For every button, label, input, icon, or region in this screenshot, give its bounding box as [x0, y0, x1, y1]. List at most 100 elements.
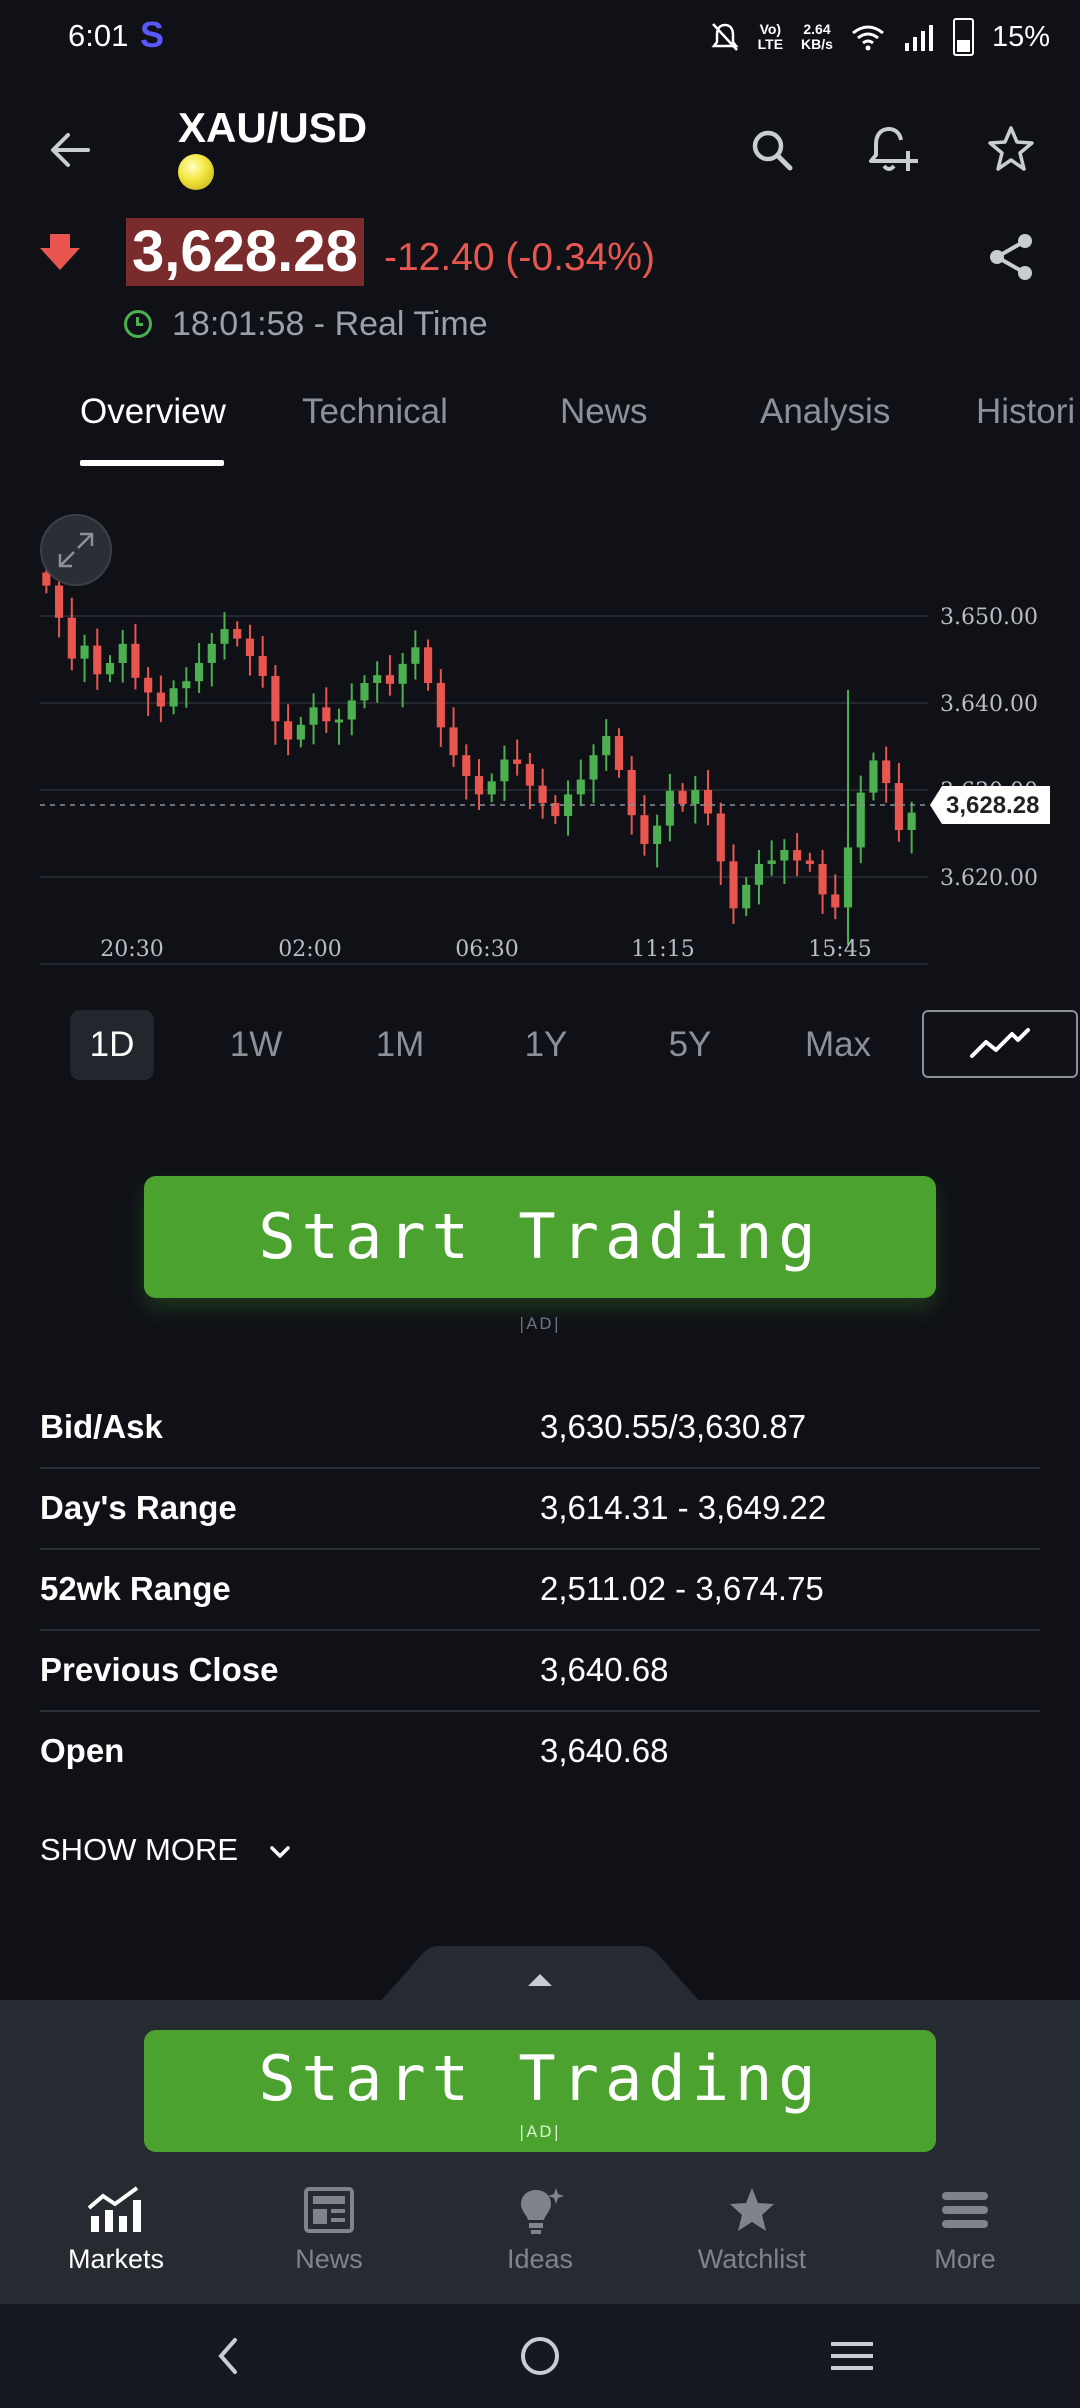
- news-icon: [304, 2187, 354, 2233]
- candle-body: [576, 779, 585, 795]
- nav-news[interactable]: News: [244, 2186, 414, 2275]
- period-1m[interactable]: 1M: [358, 1010, 442, 1080]
- ad-label-bottom: |AD|: [518, 2122, 562, 2141]
- nav-ideas[interactable]: Ideas: [455, 2186, 625, 2275]
- chevron-left-icon: [218, 2338, 237, 2374]
- show-more-label: SHOW MORE: [40, 1832, 239, 1867]
- period-5y[interactable]: 5Y: [648, 1010, 732, 1080]
- status-time: 6:01: [68, 18, 129, 53]
- candle-body: [754, 863, 764, 885]
- share-button[interactable]: [976, 222, 1046, 292]
- current-price-tag-text: 3,628.28: [946, 792, 1039, 819]
- tab-technical[interactable]: Technical: [302, 392, 448, 432]
- stat-label-days-range: Day's Range: [40, 1489, 237, 1526]
- nav-more[interactable]: More: [880, 2186, 1050, 2275]
- tab-overview[interactable]: Overview: [80, 392, 226, 432]
- candle-body: [538, 785, 547, 804]
- candle-body: [474, 776, 484, 795]
- net-speed-indicator: 2.64 KB/s: [801, 21, 833, 52]
- period-1w[interactable]: 1W: [214, 1010, 298, 1080]
- app-notification-icon: S: [140, 14, 165, 55]
- current-price-label: 3,628.28: [930, 785, 1050, 824]
- volte-indicator: Vo) LTE: [757, 21, 784, 52]
- expand-chart-button[interactable]: [40, 514, 112, 586]
- system-back-button[interactable]: [196, 2326, 260, 2386]
- tab-historical[interactable]: Histori: [976, 392, 1075, 432]
- nav-watchlist[interactable]: Watchlist: [667, 2186, 837, 2275]
- candle-body: [220, 629, 229, 644]
- battery-level: 15%: [991, 20, 1050, 53]
- price-change: -12.40 (-0.34%): [384, 236, 655, 279]
- candle-body: [93, 645, 102, 675]
- bell-plus-icon: [869, 127, 918, 171]
- mute-icon: [711, 23, 739, 51]
- candle-body: [678, 790, 687, 804]
- candle-body: [194, 662, 204, 682]
- candle-body: [894, 783, 903, 831]
- system-home-button[interactable]: [506, 2324, 574, 2388]
- signal-icon: [904, 25, 933, 51]
- candle-body: [169, 688, 178, 707]
- line-chart-icon: [970, 1028, 1030, 1058]
- candle-body: [614, 736, 624, 770]
- candle-body: [55, 585, 64, 618]
- period-1d[interactable]: 1D: [70, 1010, 154, 1080]
- current-price: 3,628.28: [126, 218, 364, 286]
- instrument-symbol: XAU/USD: [178, 104, 368, 151]
- divider: [40, 1548, 1040, 1550]
- wifi-icon: [852, 25, 884, 51]
- star-outline-icon: [988, 126, 1034, 171]
- price-chart[interactable]: 3.650.003.640.003.630.003.620.003,628.28…: [0, 500, 1080, 970]
- chevron-down-icon: [269, 1846, 290, 1858]
- chart-type-button[interactable]: [922, 1010, 1078, 1078]
- stat-value-52wk-range: 2,511.02 - 3,674.75: [540, 1570, 824, 1607]
- candle-body: [513, 759, 522, 764]
- candle-body: [411, 647, 420, 664]
- candle-body: [398, 663, 407, 684]
- divider: [40, 1467, 1040, 1469]
- system-recents-button[interactable]: [818, 2326, 886, 2386]
- candle-body: [271, 676, 280, 722]
- candle-body: [436, 682, 445, 728]
- search-button[interactable]: [740, 118, 804, 182]
- candle-body: [296, 724, 305, 740]
- candle-body: [80, 645, 89, 659]
- candle-body: [767, 860, 776, 864]
- status-icons: Vo) LTE 2.64 KB/s 15%: [710, 18, 1050, 56]
- candle-body: [487, 781, 496, 795]
- candle-body: [640, 815, 649, 844]
- candle-body: [233, 629, 242, 639]
- add-alert-button[interactable]: [858, 116, 926, 184]
- stat-value-bid-ask: 3,630.55/3,630.87: [540, 1408, 807, 1445]
- battery-icon: [952, 18, 974, 56]
- candle-body: [869, 760, 878, 793]
- search-icon: [752, 130, 793, 171]
- clock-icon: [124, 310, 152, 338]
- candle-body: [284, 721, 293, 740]
- divider: [40, 1629, 1040, 1631]
- x-tick-label: 06:30: [455, 937, 518, 962]
- period-max[interactable]: Max: [790, 1010, 886, 1080]
- expand-icon: [58, 532, 94, 568]
- tab-news[interactable]: News: [560, 392, 648, 432]
- show-more-button[interactable]: SHOW MORE: [40, 1832, 291, 1868]
- watchlist-star-button[interactable]: [978, 116, 1044, 182]
- back-button[interactable]: [40, 120, 100, 180]
- stat-value-previous-close: 3,640.68: [540, 1651, 669, 1688]
- tab-analysis[interactable]: Analysis: [760, 392, 890, 432]
- candle-body: [856, 792, 865, 848]
- start-trading-ad-button[interactable]: Start Trading: [144, 1176, 936, 1298]
- candle-body: [716, 813, 725, 862]
- candle-body: [653, 825, 662, 844]
- candle-body: [156, 692, 165, 707]
- home-circle-icon: [521, 2337, 559, 2375]
- candle-body: [131, 643, 140, 678]
- period-1y[interactable]: 1Y: [504, 1010, 588, 1080]
- nav-markets[interactable]: Markets: [31, 2186, 201, 2275]
- candle-body: [831, 894, 840, 908]
- markets-icon: [87, 2186, 141, 2232]
- menu-icon: [942, 2192, 988, 2228]
- stat-label-bid-ask: Bid/Ask: [40, 1408, 163, 1445]
- sheet-expand-handle[interactable]: [380, 1946, 700, 2002]
- x-tick-label: 15:45: [808, 937, 871, 962]
